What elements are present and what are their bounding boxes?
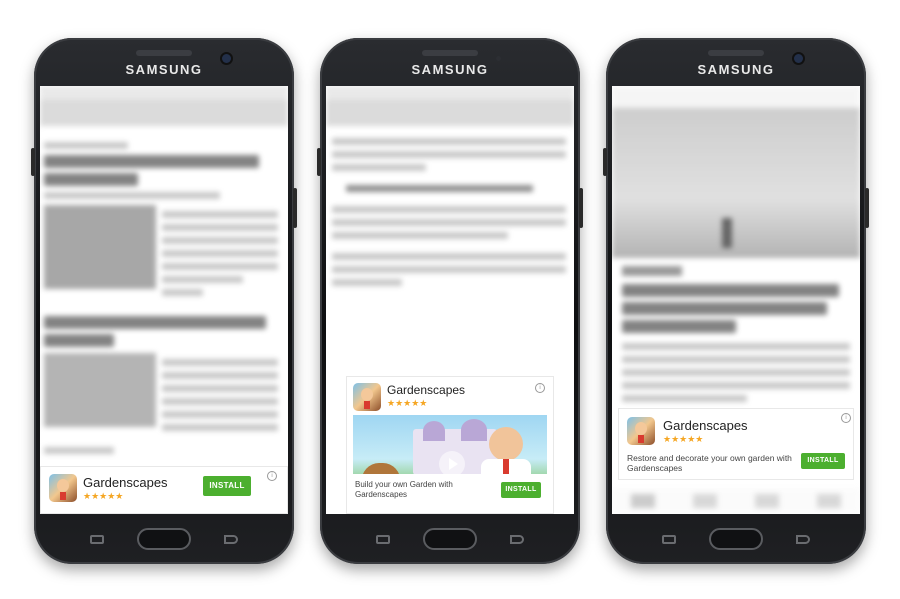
ad-app-name: Gardenscapes <box>387 383 466 397</box>
install-button[interactable]: INSTALL <box>203 476 251 496</box>
home-button[interactable] <box>709 528 763 550</box>
gardenscapes-app-icon <box>627 417 655 445</box>
earpiece-speaker <box>136 50 192 56</box>
phone-screen: Gardenscapes ★★★★★ i <box>326 86 574 514</box>
phone-left: SAMSUNG Gardenscapes ★★★★★ INSTALL i <box>31 38 297 564</box>
gardenscapes-app-icon <box>49 474 77 502</box>
phone-screen: Gardenscapes ★★★★★ i Restore and decorat… <box>612 86 860 514</box>
info-icon[interactable]: i <box>535 383 545 393</box>
phone-screen: Gardenscapes ★★★★★ INSTALL i <box>40 86 288 514</box>
back-icon[interactable] <box>796 535 810 544</box>
sensor-icon <box>496 56 501 61</box>
ad-medium-footer: Build your own Garden with Gardenscapes … <box>346 474 554 514</box>
earpiece-speaker <box>708 50 764 56</box>
home-button[interactable] <box>423 528 477 550</box>
volume-button <box>317 148 321 176</box>
info-icon[interactable]: i <box>841 413 851 423</box>
power-button <box>579 188 583 228</box>
volume-button <box>603 148 607 176</box>
brand-logo: SAMSUNG <box>411 62 489 77</box>
home-button[interactable] <box>137 528 191 550</box>
install-button[interactable]: INSTALL <box>501 482 541 498</box>
brand-logo: SAMSUNG <box>697 62 775 77</box>
brand-logo: SAMSUNG <box>125 62 203 77</box>
ad-star-rating: ★★★★★ <box>83 491 124 501</box>
gardenscapes-app-icon <box>353 383 381 411</box>
recent-apps-icon[interactable] <box>662 535 676 544</box>
ad-star-rating: ★★★★★ <box>663 434 704 444</box>
earpiece-speaker <box>422 50 478 56</box>
ad-body-text: Build your own Garden with Gardenscapes <box>355 480 453 499</box>
back-icon[interactable] <box>510 535 524 544</box>
blurred-news-content <box>612 86 860 402</box>
phone-right: SAMSUNG Gardenscapes ★★★★★ i Restore and… <box>603 38 869 564</box>
blurred-news-content <box>326 86 574 286</box>
ad-app-name: Gardenscapes <box>663 418 748 433</box>
ad-body-text: Restore and decorate your own garden wit… <box>627 453 792 473</box>
blurred-tab-bar <box>612 488 860 514</box>
info-icon[interactable]: i <box>267 471 277 481</box>
install-button[interactable]: INSTALL <box>801 453 845 469</box>
volume-button <box>31 148 35 176</box>
power-button <box>865 188 869 228</box>
ad-star-rating: ★★★★★ <box>387 398 428 408</box>
recent-apps-icon[interactable] <box>376 535 390 544</box>
power-button <box>293 188 297 228</box>
ad-card-large[interactable]: Gardenscapes ★★★★★ i Restore and decorat… <box>618 408 854 480</box>
blurred-news-content <box>40 86 288 454</box>
ad-banner-small[interactable]: Gardenscapes ★★★★★ INSTALL i <box>40 466 288 514</box>
recent-apps-icon[interactable] <box>90 535 104 544</box>
back-icon[interactable] <box>224 535 238 544</box>
phone-center: SAMSUNG Gardenscapes ★★★★★ i Build your … <box>317 38 583 564</box>
ad-app-name: Gardenscapes <box>83 475 168 490</box>
